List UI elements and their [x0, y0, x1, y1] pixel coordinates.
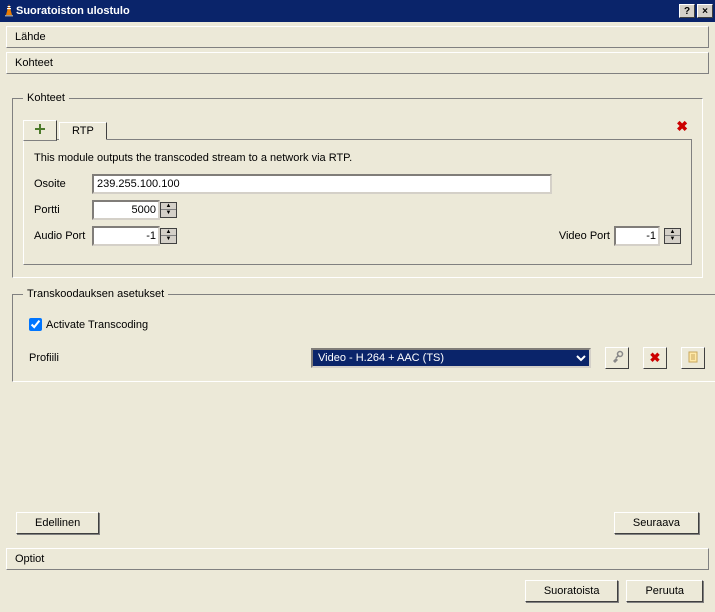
port-input[interactable]	[92, 200, 160, 220]
document-icon	[686, 350, 700, 367]
stream-button[interactable]: Suoratoista	[525, 580, 619, 602]
rtp-tab[interactable]: RTP	[59, 122, 107, 140]
profile-edit-button[interactable]	[605, 347, 629, 369]
address-input[interactable]	[92, 174, 552, 194]
destinations-group-label: Kohteet	[23, 92, 69, 104]
delete-icon: ✖	[650, 350, 661, 366]
port-spinner[interactable]: ▲ ▼	[160, 202, 177, 218]
port-label: Portti	[34, 204, 92, 216]
previous-button[interactable]: Edellinen	[16, 512, 99, 534]
vlc-cone-icon	[2, 3, 16, 20]
destinations-panel-header[interactable]: Kohteet	[6, 52, 709, 74]
profile-label: Profiili	[29, 352, 89, 364]
spin-up-icon[interactable]: ▲	[161, 229, 176, 236]
video-port-spinner[interactable]: ▲ ▼	[664, 228, 681, 244]
cancel-button[interactable]: Peruuta	[626, 580, 703, 602]
spin-up-icon[interactable]: ▲	[665, 229, 680, 236]
main-content: Kohteet RTP ✖ This module outputs the tr…	[0, 74, 715, 540]
transcoding-group: Transkoodauksen asetukset Activate Trans…	[12, 288, 715, 382]
spin-down-icon[interactable]: ▼	[161, 210, 176, 217]
video-port-label: Video Port	[559, 230, 610, 242]
window-title: Suoratoiston ulostulo	[16, 5, 677, 17]
next-button[interactable]: Seuraava	[614, 512, 699, 534]
activate-transcoding-checkbox[interactable]	[29, 318, 42, 331]
close-icon: ✖	[676, 118, 688, 134]
destination-tabs: RTP ✖	[23, 118, 692, 140]
options-panel-header[interactable]: Optiot	[6, 548, 709, 570]
address-label: Osoite	[34, 178, 92, 190]
plus-icon	[34, 126, 46, 138]
profile-select[interactable]: Video - H.264 + AAC (TS)	[311, 348, 591, 368]
close-window-button[interactable]: ×	[697, 4, 713, 18]
audio-port-label: Audio Port	[34, 230, 92, 242]
profile-delete-button[interactable]: ✖	[643, 347, 667, 369]
titlebar: Suoratoiston ulostulo ? ×	[0, 0, 715, 22]
video-port-input[interactable]	[614, 226, 660, 246]
destinations-group: Kohteet RTP ✖ This module outputs the tr…	[12, 92, 703, 278]
tools-icon	[610, 350, 624, 367]
wizard-nav: Edellinen Seuraava	[12, 512, 703, 534]
spin-down-icon[interactable]: ▼	[665, 236, 680, 243]
activate-transcoding-label: Activate Transcoding	[46, 319, 148, 331]
spin-up-icon[interactable]: ▲	[161, 203, 176, 210]
profile-new-button[interactable]	[681, 347, 705, 369]
help-button[interactable]: ?	[679, 4, 695, 18]
audio-port-spinner[interactable]: ▲ ▼	[160, 228, 177, 244]
rtp-description: This module outputs the transcoded strea…	[34, 152, 681, 164]
tab-close-button[interactable]: ✖	[672, 118, 692, 139]
rtp-tab-content: This module outputs the transcoded strea…	[23, 140, 692, 265]
spin-down-icon[interactable]: ▼	[161, 236, 176, 243]
add-destination-tab[interactable]	[23, 120, 57, 141]
source-panel-header[interactable]: Lähde	[6, 26, 709, 48]
transcoding-group-label: Transkoodauksen asetukset	[23, 288, 168, 300]
dialog-footer: Suoratoista Peruuta	[0, 570, 715, 612]
audio-port-input[interactable]	[92, 226, 160, 246]
